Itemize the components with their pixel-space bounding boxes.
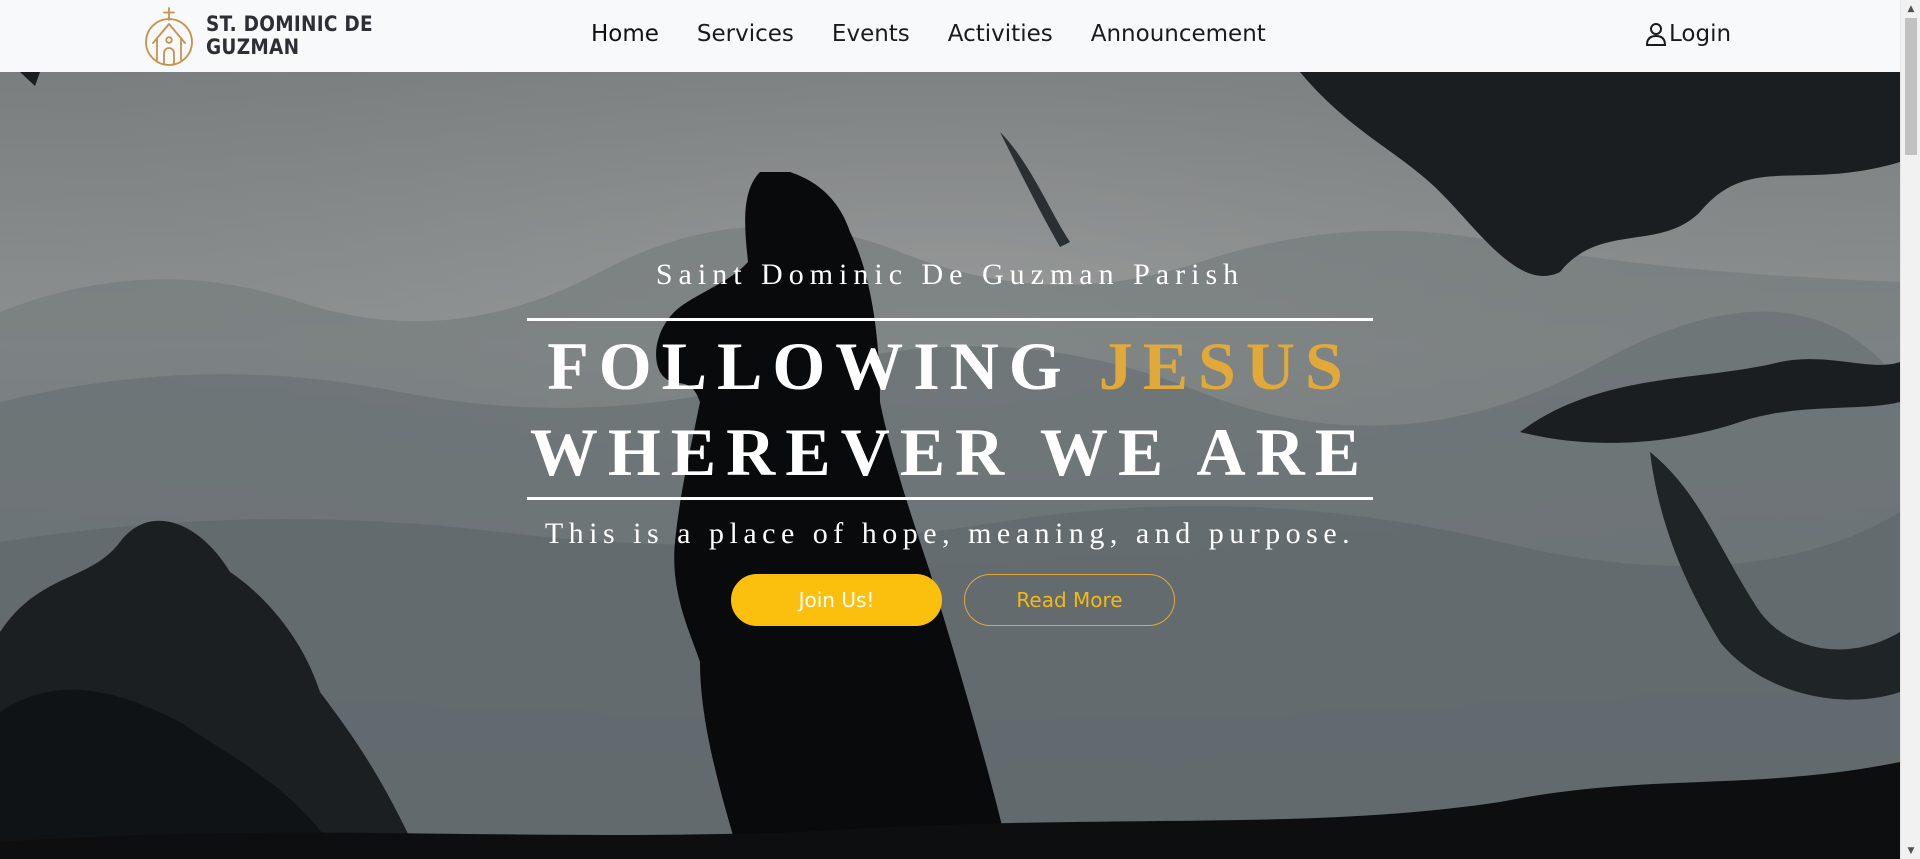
- church-icon: [145, 7, 193, 66]
- brand-name-line2: GUZMAN: [206, 35, 300, 59]
- hero-divider-bottom: [527, 497, 1373, 500]
- nav-home[interactable]: Home: [591, 21, 659, 47]
- nav-announcement[interactable]: Announcement: [1091, 21, 1266, 47]
- nav-activities[interactable]: Activities: [948, 21, 1053, 47]
- navbar: ST. DOMINIC DE GUZMAN Home Services Even…: [0, 0, 1900, 72]
- user-icon: [1645, 23, 1667, 46]
- hero-buttons: Join Us! Read More: [527, 574, 1373, 626]
- brand-name: ST. DOMINIC DE GUZMAN: [206, 13, 373, 59]
- brand-link[interactable]: ST. DOMINIC DE GUZMAN: [142, 6, 396, 66]
- login-label: Login: [1669, 21, 1732, 47]
- join-us-button[interactable]: Join Us!: [731, 574, 942, 626]
- scroll-down-arrow-icon[interactable]: ▼: [1901, 842, 1920, 859]
- headline-following: FOLLOWING: [547, 328, 1072, 404]
- login-link[interactable]: Login: [1645, 0, 1731, 68]
- nav-services[interactable]: Services: [697, 21, 794, 47]
- hero-tagline: This is a place of hope, meaning, and pu…: [544, 517, 1356, 550]
- scrollbar-thumb[interactable]: [1905, 18, 1917, 155]
- scroll-up-arrow-icon[interactable]: ▲: [1901, 0, 1920, 17]
- read-more-button[interactable]: Read More: [964, 574, 1175, 626]
- hero-divider-top: [527, 318, 1373, 321]
- nav-events[interactable]: Events: [832, 21, 910, 47]
- hero-content: Saint Dominic De Guzman Parish FOLLOWING…: [527, 252, 1373, 626]
- page-scrollbar[interactable]: ▲ ▼: [1900, 0, 1920, 859]
- hero-subtitle: Saint Dominic De Guzman Parish: [655, 258, 1245, 291]
- hero-section: Saint Dominic De Guzman Parish FOLLOWING…: [0, 72, 1900, 859]
- hero-headline: FOLLOWING JESUS WHEREVER WE ARE: [527, 323, 1373, 495]
- brand-name-line1: ST. DOMINIC DE: [206, 12, 373, 36]
- headline-jesus: JESUS: [1098, 328, 1353, 404]
- nav-links: Home Services Events Activities Announce…: [591, 0, 1304, 68]
- headline-line2: WHEREVER WE ARE: [529, 414, 1371, 490]
